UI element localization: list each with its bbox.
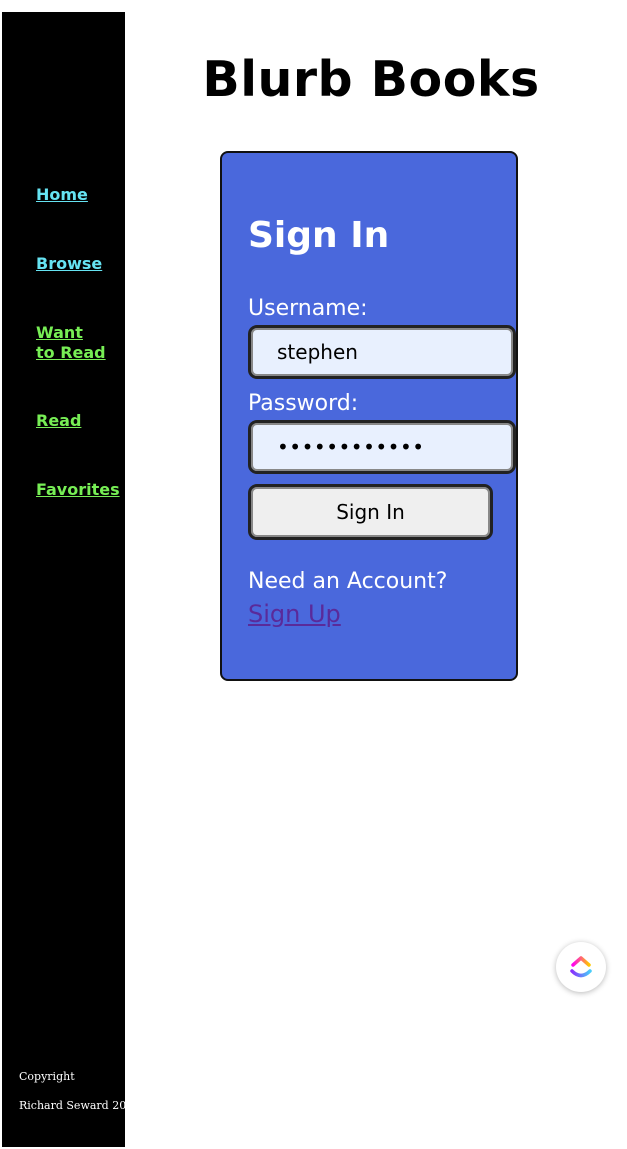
username-label: Username: [248, 296, 368, 321]
nav-link-home[interactable]: Home [36, 185, 88, 205]
page-title: Blurb Books [202, 51, 540, 108]
clickup-floating-button[interactable] [556, 942, 606, 992]
username-input[interactable] [248, 325, 516, 379]
nav-link-favorites[interactable]: Favorites [36, 480, 120, 500]
nav-link-browse[interactable]: Browse [36, 254, 102, 274]
clickup-logo-icon [570, 956, 592, 978]
nav-link-want-to-read[interactable]: Want to Read [36, 323, 106, 363]
password-input[interactable] [248, 420, 516, 474]
page: Home Browse Want to Read Read Favorites … [0, 0, 627, 1149]
nav-link-read[interactable]: Read [36, 411, 81, 431]
sidebar: Home Browse Want to Read Read Favorites … [2, 12, 140, 1147]
signin-card: Sign In Username: Password: Sign In Need… [220, 151, 518, 681]
need-account-text: Need an Account? [248, 569, 448, 594]
signin-button[interactable]: Sign In [248, 484, 493, 540]
copyright-owner: Richard Seward 2022 [19, 1099, 141, 1112]
signin-heading: Sign In [248, 215, 390, 256]
password-label: Password: [248, 391, 359, 416]
copyright-label: Copyright [19, 1070, 75, 1083]
signup-link[interactable]: Sign Up [248, 599, 341, 629]
